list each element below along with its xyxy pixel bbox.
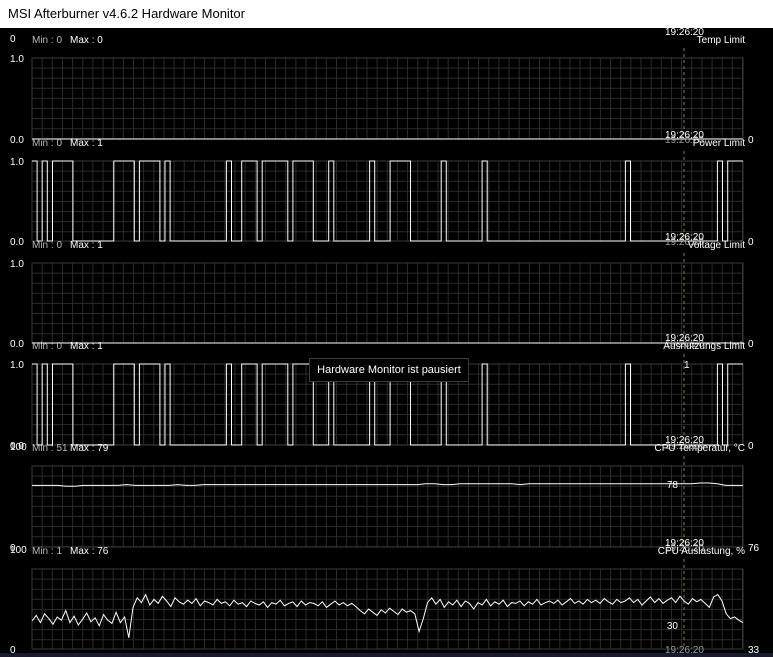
time-label: 19:26:20 [665, 538, 704, 549]
current-value: 0 [748, 135, 754, 146]
paused-overlay: Hardware Monitor ist pausiert [309, 358, 469, 382]
min-label: Min : 0 [32, 341, 62, 352]
y-bottom-label: 0.0 [10, 237, 24, 248]
title-bar: MSI Afterburner v4.6.2 Hardware Monitor [0, 0, 773, 28]
y-top-label: 100 [10, 442, 27, 453]
cursor-value: 1 [684, 360, 690, 371]
min-label: Min : 0 [32, 35, 62, 46]
window-title: MSI Afterburner v4.6.2 Hardware Monitor [8, 6, 245, 21]
current-value: 0 [748, 237, 754, 248]
min-label: Min : 51 [32, 443, 68, 454]
time-label: 19:26:20 [665, 435, 704, 446]
max-label: Max : 0 [70, 35, 103, 46]
current-value: 76 [748, 543, 760, 554]
y-top-label: 1.0 [10, 54, 24, 65]
max-label: Max : 1 [70, 341, 103, 352]
min-label: Min : 1 [32, 546, 62, 557]
time-label: 19:26:20 [665, 28, 704, 38]
time-label: 19:26:20 [665, 130, 704, 141]
current-value: 0 [748, 339, 754, 350]
min-label: Min : 0 [32, 138, 62, 149]
cursor-value: 30 [667, 621, 679, 632]
max-label: Max : 1 [70, 240, 103, 251]
y-top-label: 0 [10, 34, 16, 45]
y-top-label: 100 [10, 545, 27, 556]
time-label: 19:26:20 [665, 333, 704, 344]
y-bottom-label: 0.0 [10, 339, 24, 350]
hardware-monitor-panel[interactable]: Min : 0 Max : 0 Temp Limit 19:26:20 0 1.0 0.0 0… [0, 28, 773, 657]
current-value: 0 [748, 441, 754, 452]
max-label: Max : 79 [70, 443, 109, 454]
y-top-label: 1.0 [10, 157, 24, 168]
y-top-label: 1.0 [10, 360, 24, 371]
max-label: Max : 76 [70, 546, 109, 557]
y-bottom-label: 0.0 [10, 135, 24, 146]
time-label: 19:26:20 [665, 232, 704, 243]
graphs-canvas: Min : 0 Max : 0 Temp Limit19:26:2001.00.0 0… [10, 28, 760, 656]
max-label: Max : 1 [70, 138, 103, 149]
taskbar-strip [0, 653, 773, 657]
min-label: Min : 0 [32, 240, 62, 251]
y-top-label: 1.0 [10, 259, 24, 270]
cursor-value: 78 [667, 480, 679, 491]
